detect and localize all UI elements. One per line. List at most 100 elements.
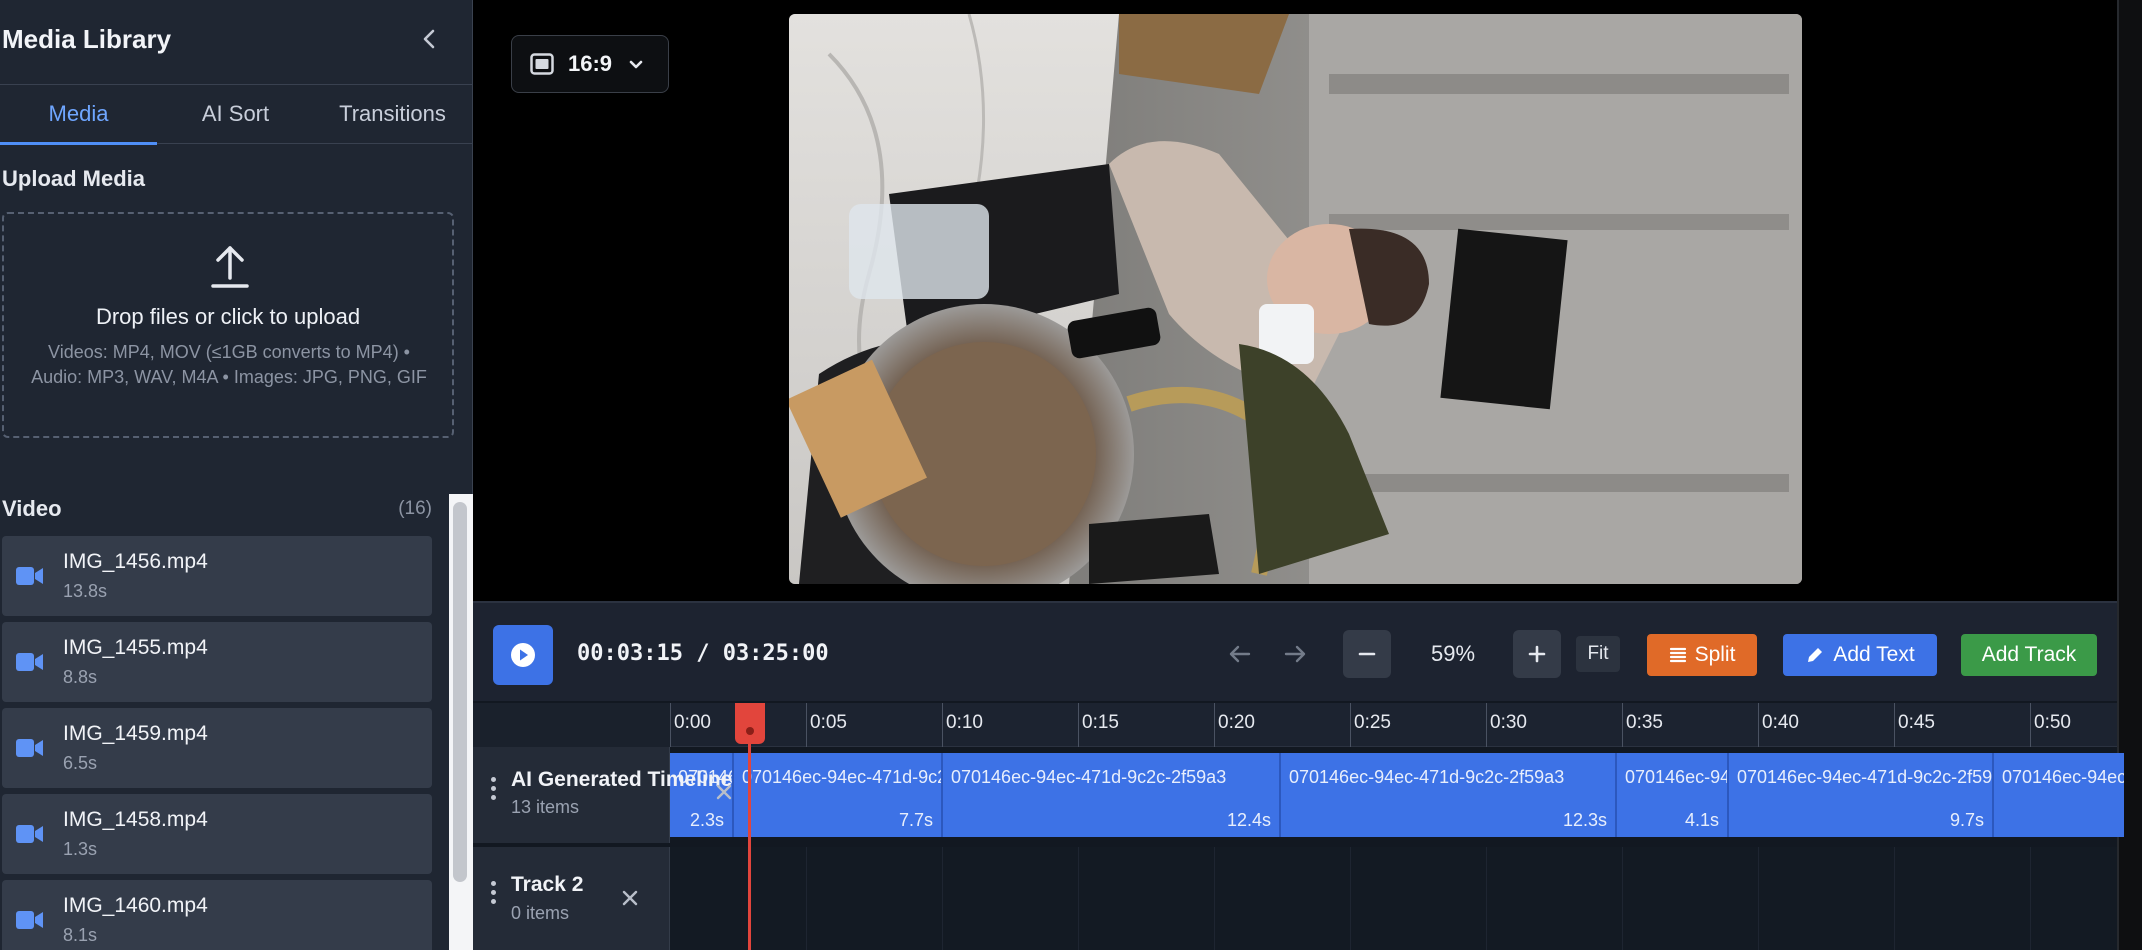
undo-button[interactable] — [1223, 637, 1257, 671]
video-frame[interactable] — [789, 14, 1802, 584]
dropzone-text: Drop files or click to upload — [95, 304, 361, 329]
video-camera-icon — [16, 825, 43, 843]
ruler-tick: 0:35 — [1622, 703, 1663, 747]
zoom-in-button[interactable] — [1513, 630, 1561, 678]
video-duration: 13.8s — [63, 581, 108, 601]
timeline-clip[interactable]: 070146ec-94ec-471d-9c2c-2f59a3 4.1s — [1617, 753, 1729, 837]
collapse-sidebar-button[interactable] — [414, 24, 444, 54]
track-name: Track 2 — [511, 873, 584, 896]
grid-line — [1622, 847, 1623, 950]
remove-track-button[interactable] — [617, 885, 643, 911]
grid-line — [1078, 847, 1079, 950]
tick-label: 0:35 — [1626, 712, 1663, 733]
clip-name: 070146ec-94ec-471d-9c2c-2f59a3 — [951, 767, 1227, 787]
tab-transitions[interactable]: Transitions — [314, 85, 471, 143]
video-duration: 6.5s — [63, 753, 98, 773]
track-item-count: 0 items — [511, 903, 570, 923]
chevron-left-icon — [423, 29, 435, 49]
video-list-scrollbar[interactable] — [449, 494, 473, 950]
list-item[interactable]: IMG_1455.mp4 8.8s — [2, 622, 432, 702]
supported-formats-text: Videos: MP4, MOV (≤1GB converts to MP4) … — [31, 342, 427, 387]
upload-dropzone[interactable]: Drop files or click to upload Videos: MP… — [2, 212, 454, 438]
ruler-tick: 0:50 — [2030, 703, 2071, 747]
clip-name: 070146ec-94ec-471d-9c2c-2f59a3 — [742, 767, 943, 787]
ruler-tick: 0:10 — [942, 703, 983, 747]
add-text-label: Add Text — [1833, 643, 1915, 666]
ruler-tick: 0:05 — [806, 703, 847, 747]
sidebar-header: Media Library — [0, 0, 473, 82]
timeline-ruler[interactable]: 0:00 0:05 0:10 0:15 0:20 0:25 0:30 0:35 … — [473, 703, 2117, 747]
video-file-name: IMG_1460.mp4 — [63, 894, 208, 917]
video-file-name: IMG_1459.mp4 — [63, 722, 208, 745]
timeline-track: 070146ec-94ec-471d-9c2c-2f59a3 2.3s 0701… — [473, 747, 2124, 843]
scrollbar-thumb[interactable] — [453, 502, 467, 882]
clip-duration: 12.4s — [1226, 810, 1271, 830]
grid-line — [1214, 847, 1215, 950]
redo-button[interactable] — [1278, 637, 1312, 671]
tick-label: 0:15 — [1082, 712, 1119, 733]
close-icon — [622, 890, 638, 906]
clip-duration: 4.1s — [1684, 810, 1719, 830]
video-camera-icon — [16, 911, 43, 929]
grid-line — [1894, 847, 1895, 950]
split-button[interactable]: Split — [1647, 634, 1757, 676]
clip-name: 070146ec-94ec-471d-9c2c-2f59a3 — [1625, 767, 1729, 787]
video-camera-icon — [16, 653, 43, 671]
list-item[interactable]: IMG_1460.mp4 8.1s — [2, 880, 432, 950]
tick-label: 0:25 — [1354, 712, 1391, 733]
add-text-button[interactable]: Add Text — [1783, 634, 1937, 676]
split-icon — [1669, 647, 1686, 663]
add-track-button[interactable]: Add Track — [1961, 634, 2097, 676]
tab-media[interactable]: Media — [0, 85, 157, 145]
timeline-clip[interactable]: 070146ec-94ec-471d-9c2c-2f59a3 9.7s — [1729, 753, 1994, 837]
track-lane[interactable] — [670, 847, 2117, 950]
arrow-right-icon — [1284, 645, 1306, 663]
minus-icon — [1358, 652, 1376, 656]
zoom-out-button[interactable] — [1343, 630, 1391, 678]
tab-ai-sort[interactable]: AI Sort — [157, 85, 314, 143]
ruler-tick: 0:00 — [670, 703, 711, 747]
aspect-ratio-select[interactable]: 16:9 — [511, 35, 669, 93]
drag-handle-icon[interactable] — [491, 777, 497, 804]
list-item[interactable]: IMG_1459.mp4 6.5s — [2, 708, 432, 788]
pencil-icon — [1808, 648, 1823, 662]
timeline-clip[interactable]: 070146ec-94ec-471d-9c2c-2f59a3 12.4s — [943, 753, 1281, 837]
video-file-name: IMG_1455.mp4 — [63, 636, 208, 659]
close-icon — [716, 784, 732, 800]
remove-track-button[interactable] — [711, 779, 737, 805]
playhead-handle[interactable] — [735, 703, 765, 744]
grid-line — [1350, 847, 1351, 950]
video-still-image — [789, 14, 1802, 584]
timeline-tracks: 070146ec-94ec-471d-9c2c-2f59a3 2.3s 0701… — [473, 747, 2124, 950]
grid-line — [1758, 847, 1759, 950]
fit-button[interactable]: Fit — [1576, 636, 1620, 672]
zoom-level: 59% — [1430, 641, 1476, 666]
clip-duration: 2.3s — [689, 810, 724, 830]
timeline-track: Track 2 0 items — [473, 847, 2117, 950]
clip-name: 070146ec-94ec-471d-9c2c-2f59a3 — [1289, 767, 1565, 787]
timeline-clip[interactable]: 070146ec-94ec-471d-9c2c-2f59a3 12.3s — [1281, 753, 1617, 837]
list-item[interactable]: IMG_1458.mp4 1.3s — [2, 794, 432, 874]
ruler-tick: 0:25 — [1350, 703, 1391, 747]
timeline-clip[interactable]: 070146ec-94ec-471d-9c2c-2f59a3 — [1994, 753, 2124, 837]
aspect-ratio-value: 16:9 — [568, 51, 613, 76]
sidebar-tabs: Media AI Sort Transitions — [0, 84, 473, 145]
video-editor-app: Media Library Media AI Sort Transitions … — [0, 0, 2142, 950]
video-count: (16) — [398, 498, 432, 519]
timeline-clip[interactable]: 070146ec-94ec-471d-9c2c-2f59a3 7.7s — [734, 753, 943, 837]
drag-handle-icon[interactable] — [491, 881, 497, 908]
track-header: AI Generated Timeline 13 items — [473, 747, 732, 843]
tick-label: 0:45 — [1898, 712, 1935, 733]
arrow-left-icon — [1229, 645, 1251, 663]
upload-icon — [211, 246, 249, 288]
tick-label: 0:10 — [946, 712, 983, 733]
clip-duration: 12.3s — [1562, 810, 1607, 830]
play-button[interactable] — [493, 625, 553, 685]
tick-label: 0:20 — [1218, 712, 1255, 733]
list-item[interactable]: IMG_1456.mp4 13.8s — [2, 536, 432, 616]
ruler-tick: 0:45 — [1894, 703, 1935, 747]
track-lane[interactable]: 070146ec-94ec-471d-9c2c-2f59a3 2.3s 0701… — [670, 747, 2124, 843]
clip-duration: 9.7s — [1949, 810, 1984, 830]
timeline-panel: 0:00 0:05 0:10 0:15 0:20 0:25 0:30 0:35 … — [473, 701, 2124, 950]
grid-line — [2030, 847, 2031, 950]
